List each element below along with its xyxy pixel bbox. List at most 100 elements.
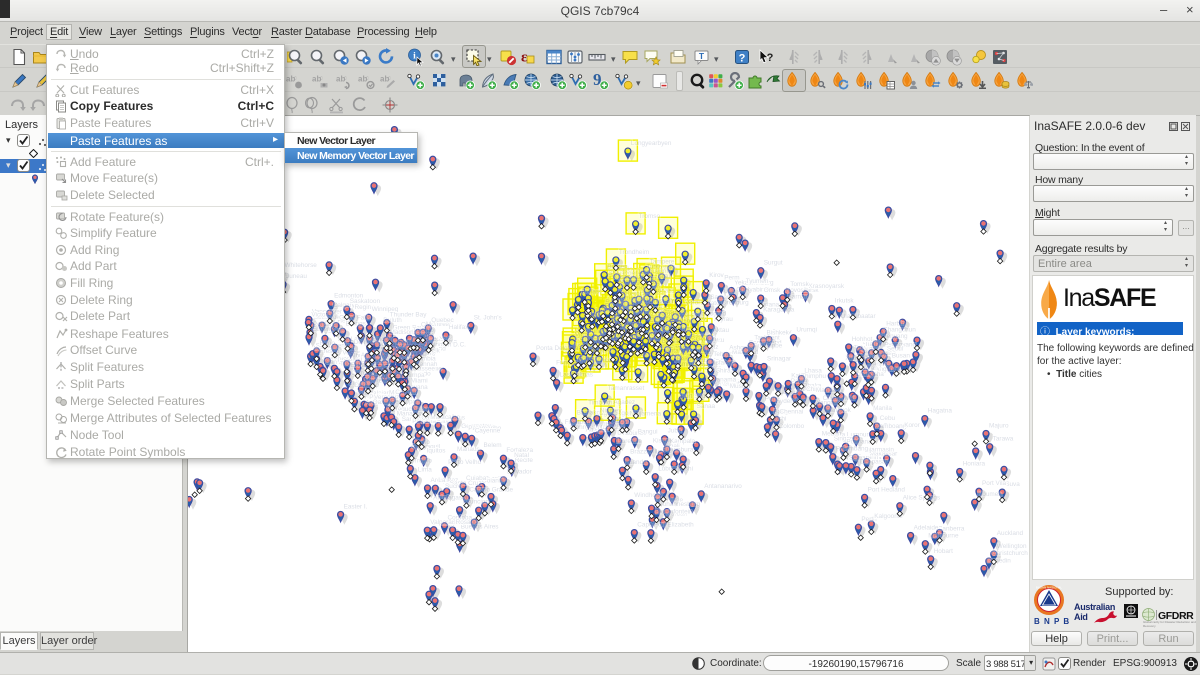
svg-text:Agadez: Agadez [613,399,635,406]
svg-text:Halifax: Halifax [449,324,469,331]
svg-text:Yangon: Yangon [816,399,838,406]
svg-text:Harbin: Harbin [886,320,905,327]
svg-text:Srinagar: Srinagar [767,355,792,362]
svg-text:Columbia: Columbia [409,356,436,363]
svg-text:Timbuktu: Timbuktu [588,400,614,407]
svg-text:Bangui: Bangui [638,429,658,436]
svg-text:Perm: Perm [724,274,739,281]
svg-text:Irkutsk: Irkutsk [835,297,855,304]
svg-text:Palembang: Palembang [836,446,869,453]
svg-text:Tampere: Tampere [650,259,675,266]
svg-text:Trujillo: Trujillo [413,457,432,464]
svg-text:Hobart: Hobart [934,548,953,555]
svg-text:Easter I.: Easter I. [344,503,368,510]
svg-text:Niamey: Niamey [600,407,622,414]
svg-text:Belmopan: Belmopan [391,399,420,406]
svg-text:Changsha: Changsha [855,371,885,378]
svg-text:Hohhot: Hohhot [852,336,873,343]
svg-text:Lhasa: Lhasa [804,367,822,374]
svg-text:Shiraz: Shiraz [716,368,734,375]
svg-text:Hagatna: Hagatna [928,408,953,415]
svg-text:Antalya: Antalya [666,348,688,355]
svg-text:Orenburg: Orenburg [722,299,749,306]
svg-text:Brest BY: Brest BY [650,298,676,305]
svg-text:Bloemfontein: Bloemfontein [655,509,693,516]
svg-text:Omsk: Omsk [764,287,781,294]
svg-text:Changchun: Changchun [883,326,916,333]
svg-text:Alice Springs: Alice Springs [903,495,940,502]
svg-text:Ufa: Ufa [724,288,734,295]
svg-text:c: c [320,76,323,82]
svg-text:Uzhhorod: Uzhhorod [646,311,674,318]
svg-text:Lima: Lima [418,467,432,474]
svg-text:Juneau: Juneau [286,273,307,280]
svg-text:Longyearbyen: Longyearbyen [631,140,672,147]
svg-text:Xian: Xian [845,355,858,362]
svg-text:Busan: Busan [892,352,911,359]
svg-text:Tyumen: Tyumen [746,278,769,285]
svg-text:Maracaibo: Maracaibo [430,414,460,421]
svg-text:Canberra: Canberra [938,525,965,532]
svg-text:Bangkok: Bangkok [826,407,852,414]
svg-text:Tehran: Tehran [713,351,733,358]
svg-text:Tartu: Tartu [656,273,671,280]
svg-text:Koror: Koror [904,422,920,429]
svg-text:Rosario: Rosario [456,519,478,526]
svg-text:c: c [294,76,297,82]
svg-text:Quebec: Quebec [431,317,454,324]
svg-text:Colombo: Colombo [779,423,805,430]
svg-text:Adelaide: Adelaide [914,524,939,531]
svg-text:Melbourne: Melbourne [928,533,959,540]
svg-text:BADAN NASIONAL: BADAN NASIONAL [1036,586,1063,590]
svg-text:Auckland: Auckland [997,530,1024,537]
svg-text:Honiara: Honiara [963,460,986,467]
svg-text:Gyumri: Gyumri [696,336,717,343]
svg-text:Majuro: Majuro [989,422,1009,429]
svg-text:Fresno: Fresno [320,348,340,355]
svg-text:?: ? [767,52,774,64]
svg-text:Surgut: Surgut [764,260,783,267]
svg-text:Cayenne: Cayenne [475,427,501,434]
svg-text:Cebu: Cebu [880,415,896,422]
svg-text:Port Hedland: Port Hedland [868,486,906,493]
svg-text:Eugene: Eugene [312,326,334,333]
svg-text:Abuja: Abuja [612,418,629,425]
svg-text:Great Falls: Great Falls [339,315,370,322]
svg-text:Havana: Havana [406,384,428,391]
svg-text:Isfahan: Isfahan [714,359,735,366]
svg-text:Luanda: Luanda [625,459,647,466]
svg-text:Sanaa: Sanaa [697,403,716,410]
svg-text:Port Elizabeth: Port Elizabeth [654,522,694,529]
svg-text:c: c [366,76,369,82]
svg-text:Ulaanbaatar: Ulaanbaatar [841,313,877,320]
svg-text:Sucre: Sucre [445,483,462,490]
svg-text:Dushanbe: Dushanbe [753,343,783,350]
svg-text:St. John's: St. John's [474,314,502,321]
svg-text:Denpasar: Denpasar [860,459,889,466]
svg-text:?: ? [739,52,746,64]
svg-text:Libreville: Libreville [617,438,643,445]
svg-text:Christchurch: Christchurch [992,550,1028,557]
svg-text:Riga: Riga [650,279,664,286]
svg-text:c: c [344,76,347,82]
svg-text:c: c [388,76,391,82]
svg-text:Victoria: Victoria [311,311,333,318]
svg-text:ε: ε [521,50,528,66]
svg-text:Port Vila: Port Vila [982,480,1006,487]
svg-text:Cuiaba: Cuiaba [466,475,487,482]
svg-text:Dunedin: Dunedin [987,557,1011,564]
svg-text:Whitehorse: Whitehorse [285,262,318,269]
svg-text:Thunder Bay: Thunder Bay [390,312,427,319]
svg-text:Durango: Durango [354,382,379,389]
svg-text:Juba: Juba [668,428,682,435]
svg-text:Krasnoyarsk: Krasnoyarsk [809,283,845,290]
svg-text:Bujumbura: Bujumbura [663,447,694,454]
svg-text:Iquitos: Iquitos [427,447,446,454]
svg-text:Brazzaville: Brazzaville [630,449,661,456]
svg-text:Bamako: Bamako [577,410,601,417]
svg-text:Ashgabat: Ashgabat [729,344,756,351]
svg-text:Manaus: Manaus [457,446,480,453]
svg-text:Kirov: Kirov [709,272,724,279]
svg-text:Johannesburg: Johannesburg [660,501,701,508]
svg-text:Natal: Natal [514,452,529,459]
